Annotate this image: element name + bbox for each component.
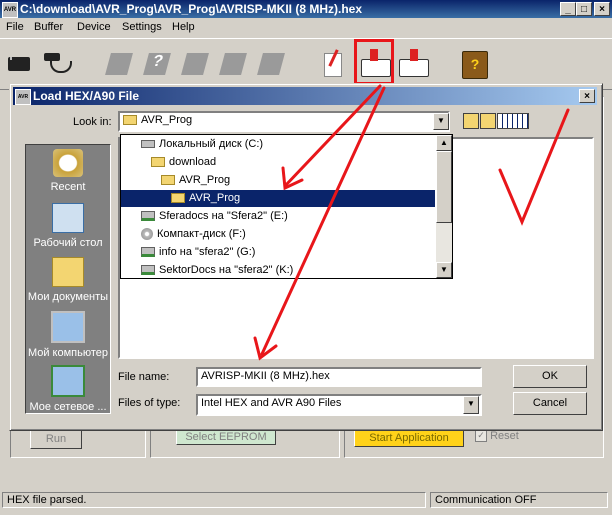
dialog-titlebar: AVR Load HEX/A90 File ×	[13, 87, 597, 105]
help-book-icon[interactable]: ?	[458, 47, 490, 81]
documents-folder-icon	[52, 257, 84, 287]
status-message: HEX file parsed.	[2, 492, 426, 508]
network-drive-icon	[141, 247, 155, 258]
dropdown-item-label: info на "sfera2" (G:)	[159, 246, 256, 258]
menu-buffer[interactable]: Buffer	[34, 21, 63, 33]
folder-icon	[151, 157, 165, 168]
run-button[interactable]: Run	[30, 429, 82, 449]
cancel-button[interactable]: Cancel	[513, 392, 587, 415]
dropdown-item-drive-c[interactable]: Локальный диск (C:)	[141, 136, 263, 153]
app-icon: AVR	[2, 2, 18, 18]
file-name-input[interactable]: AVRISP-MKII (8 MHz).hex	[196, 367, 482, 387]
dropdown-item-download[interactable]: download	[151, 154, 216, 171]
new-folder-icon[interactable]	[480, 113, 496, 129]
menu-device[interactable]: Device	[77, 21, 111, 33]
status-communication: Communication OFF	[430, 492, 608, 508]
place-my-documents[interactable]: Мои документы	[26, 257, 110, 303]
dropdown-item-sektordocs[interactable]: SektorDocs на "sfera2" (K:)	[141, 262, 293, 279]
folder-icon	[171, 193, 185, 204]
place-network[interactable]: Мое сетевое ...	[26, 365, 110, 413]
dropdown-item-avr-prog-selected[interactable]: AVR_Prog	[121, 190, 435, 207]
checkbox-check-icon: ✓	[475, 430, 487, 443]
reset-checkbox[interactable]: ✓ Reset	[475, 430, 519, 443]
place-desktop-label: Рабочий стол	[33, 237, 103, 249]
dropdown-item-avr-prog[interactable]: AVR_Prog	[161, 172, 230, 189]
desktop-icon	[52, 203, 84, 233]
file-name-label: File name:	[118, 371, 170, 383]
place-network-label: Мое сетевое ...	[29, 401, 107, 413]
ok-button[interactable]: OK	[513, 365, 587, 388]
place-recent[interactable]: Recent	[26, 149, 110, 193]
look-in-select[interactable]: AVR_Prog	[118, 111, 450, 132]
dropdown-item-label: AVR_Prog	[189, 192, 241, 204]
load-file-dialog: AVR Load HEX/A90 File × Look in: AVR_Pro…	[9, 83, 603, 431]
files-of-type-select[interactable]: Intel HEX and AVR A90 Files	[196, 394, 482, 416]
network-drive-icon	[141, 211, 155, 222]
folder-icon	[161, 175, 175, 186]
dropdown-item-label: AVR_Prog	[179, 174, 231, 186]
place-my-computer-label: Мой компьютер	[27, 347, 109, 359]
dropdown-item-label: download	[169, 156, 217, 168]
computer-icon	[51, 311, 85, 343]
annotation-highlight-box	[354, 39, 394, 85]
window-titlebar: AVR C:\download\AVR_Prog\AVR_Prog\AVRISP…	[0, 0, 612, 18]
dialog-icon: AVR	[15, 89, 31, 105]
dialog-close-button[interactable]: ×	[579, 89, 595, 103]
usb-plug-icon[interactable]	[40, 47, 72, 81]
status-bar: HEX file parsed. Communication OFF	[0, 489, 612, 511]
minimize-button[interactable]: _	[560, 2, 576, 16]
view-menu-icon[interactable]	[497, 113, 529, 129]
reset-label: Reset	[490, 430, 519, 443]
dropdown-item-label: SektorDocs на "sfera2" (K:)	[159, 264, 294, 276]
scroll-thumb[interactable]	[436, 151, 452, 223]
dropdown-item-label: Компакт-диск (F:)	[157, 228, 246, 240]
cd-icon	[141, 228, 153, 241]
menu-settings[interactable]: Settings	[122, 21, 162, 33]
files-of-type-label: Files of type:	[118, 397, 181, 409]
dropdown-item-label: Sferadocs на "Sfera2" (E:)	[159, 210, 288, 222]
place-my-computer[interactable]: Мой компьютер	[26, 311, 110, 359]
blank-check-icon[interactable]	[318, 47, 350, 81]
dropdown-scrollbar[interactable]: ▲ ▼	[436, 135, 452, 278]
menu-help[interactable]: Help	[172, 21, 195, 33]
menu-bar: File Buffer Device Settings Help	[0, 19, 612, 37]
save-file-icon[interactable]	[396, 47, 429, 81]
select-eeprom-button[interactable]: Select EEPROM	[176, 429, 276, 445]
dialog-title: Load HEX/A90 File	[33, 89, 140, 103]
up-folder-icon[interactable]	[463, 113, 479, 129]
drive-icon	[141, 140, 155, 149]
close-button[interactable]: ×	[594, 2, 610, 16]
chip-icon[interactable]	[2, 47, 34, 81]
lock-chip-icon	[254, 47, 286, 81]
network-drive-icon	[141, 265, 155, 276]
dropdown-item-cd-drive[interactable]: Компакт-диск (F:)	[141, 226, 246, 243]
network-icon	[51, 365, 85, 397]
help-chip-icon: ?	[140, 47, 172, 81]
start-application-button[interactable]: Start Application	[354, 429, 464, 447]
dropdown-item-label: Локальный диск (C:)	[159, 138, 264, 150]
erase-chip-icon	[178, 47, 210, 81]
place-desktop[interactable]: Рабочий стол	[26, 203, 110, 249]
look-in-dropdown-list[interactable]: Локальный диск (C:) download AVR_Prog AV…	[120, 134, 453, 279]
clock-icon	[53, 149, 83, 177]
window-title: C:\download\AVR_Prog\AVR_Prog\AVRISP-MKI…	[20, 2, 363, 16]
look-in-dropdown-arrow-icon[interactable]: ▼	[433, 113, 449, 130]
scroll-down-arrow-icon[interactable]: ▼	[436, 262, 452, 278]
files-of-type-dropdown-arrow-icon[interactable]: ▼	[463, 396, 479, 414]
place-recent-label: Recent	[50, 181, 86, 193]
place-my-documents-label: Мои документы	[27, 291, 109, 303]
read-chip-icon	[102, 47, 134, 81]
dropdown-item-info[interactable]: info на "sfera2" (G:)	[141, 244, 255, 261]
dropdown-item-sferadocs[interactable]: Sferadocs на "Sfera2" (E:)	[141, 208, 288, 225]
folder-icon	[123, 115, 137, 126]
scroll-up-arrow-icon[interactable]: ▲	[436, 135, 452, 151]
verify-chip-icon	[216, 47, 248, 81]
menu-file[interactable]: File	[6, 21, 24, 33]
look-in-value: AVR_Prog	[141, 114, 193, 126]
places-bar: Recent Рабочий стол Мои документы Мой ко…	[25, 144, 111, 414]
look-in-label: Look in:	[73, 116, 112, 128]
maximize-button[interactable]: □	[576, 2, 592, 16]
